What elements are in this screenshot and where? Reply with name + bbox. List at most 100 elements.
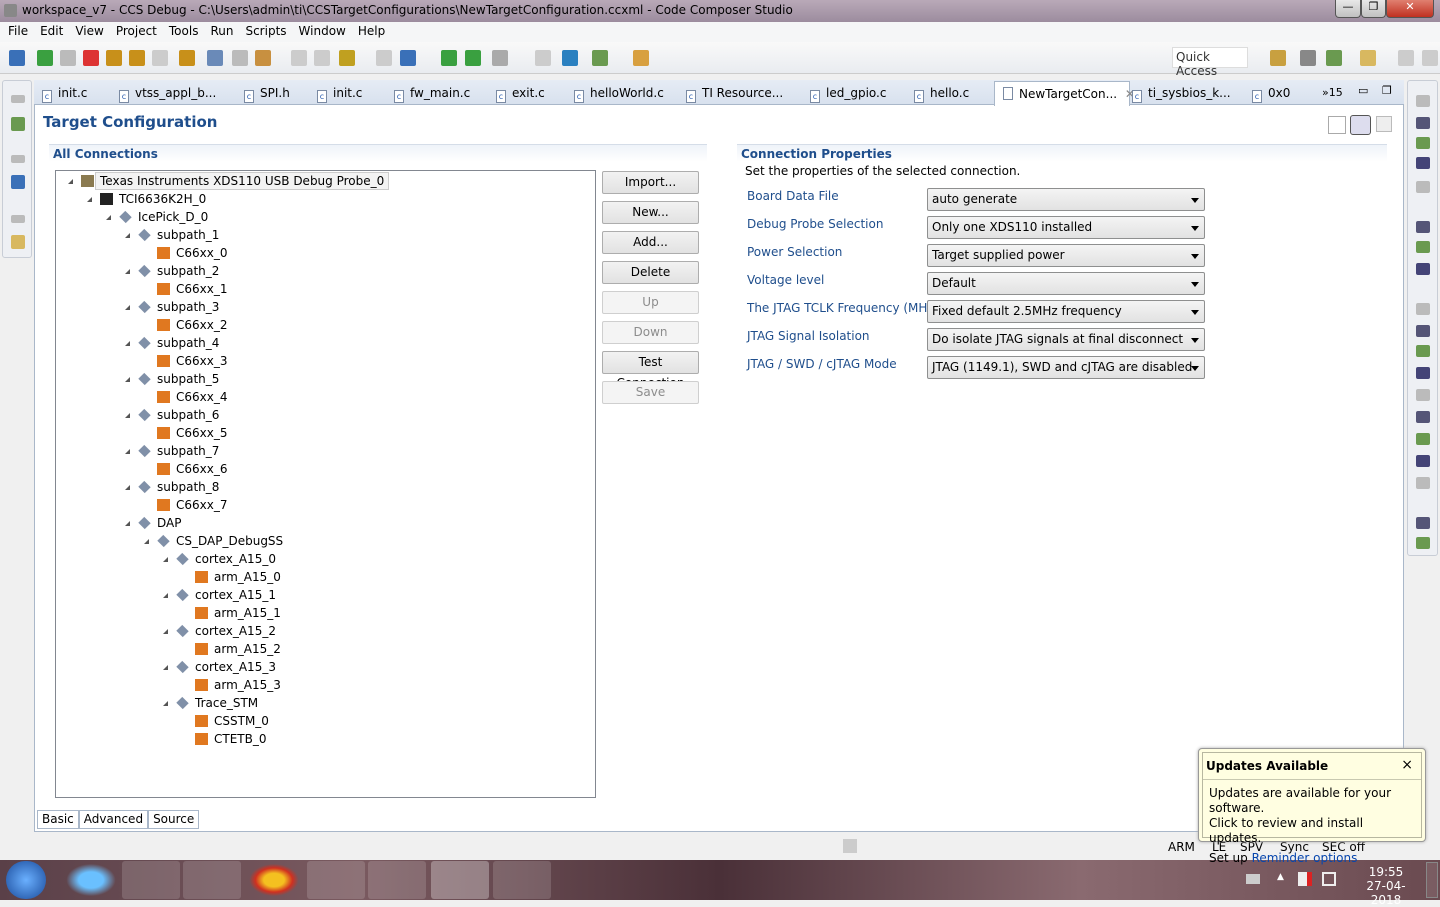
tree-node[interactable]: TCI6636K2H_0	[56, 190, 595, 208]
toolbar-button-icon[interactable]	[152, 50, 168, 66]
menu-scripts[interactable]: Scripts	[239, 22, 292, 42]
view-icon[interactable]	[1416, 221, 1430, 233]
show-desktop-button[interactable]	[1426, 862, 1438, 898]
view-icon[interactable]	[1416, 477, 1430, 489]
connections-tree[interactable]: Texas Instruments XDS110 USB Debug Probe…	[55, 170, 596, 798]
tree-node[interactable]: C66xx_6	[56, 460, 595, 478]
tree-node[interactable]: subpath_5	[56, 370, 595, 388]
tree-node[interactable]: C66xx_1	[56, 280, 595, 298]
toolbar-button-icon[interactable]	[535, 50, 551, 66]
project-explorer-icon[interactable]	[11, 235, 25, 249]
expand-arrow-icon[interactable]	[125, 521, 130, 526]
property-select[interactable]: auto generate	[927, 188, 1205, 211]
expand-arrow-icon[interactable]	[87, 197, 92, 202]
property-select[interactable]: Do isolate JTAG signals at final disconn…	[927, 328, 1205, 351]
toolbar-button-icon[interactable]	[562, 50, 578, 66]
tree-node[interactable]: subpath_7	[56, 442, 595, 460]
up-button[interactable]: Up	[602, 291, 699, 314]
toolbar-button-icon[interactable]	[465, 50, 481, 66]
tree-node[interactable]: Texas Instruments XDS110 USB Debug Probe…	[56, 172, 595, 190]
toolbar-button-icon[interactable]	[314, 50, 330, 66]
updates-notification[interactable]: Updates Available × Updates are availabl…	[1198, 748, 1426, 865]
toolbar-button-icon[interactable]	[60, 50, 76, 66]
expand-arrow-icon[interactable]	[125, 269, 130, 274]
view-icon[interactable]	[1416, 389, 1430, 401]
tree-node[interactable]: CSSTM_0	[56, 712, 595, 730]
expand-arrow-icon[interactable]	[163, 665, 168, 670]
view-icon[interactable]	[1416, 263, 1430, 275]
close-window-button[interactable]: ✕	[1386, 0, 1434, 18]
reminder-options-link[interactable]: Reminder options	[1252, 851, 1358, 865]
editor-tab[interactable]: c init.c	[317, 83, 362, 105]
chrome-icon[interactable]	[245, 861, 303, 899]
tree-node[interactable]: C66xx_7	[56, 496, 595, 514]
layout-vertical-icon[interactable]	[1376, 116, 1392, 132]
maximize-editor-icon[interactable]: ❐	[1382, 84, 1392, 97]
expand-arrow-icon[interactable]	[106, 215, 111, 220]
tree-node[interactable]: CTETB_0	[56, 730, 595, 748]
view-icon[interactable]	[1416, 95, 1430, 107]
tree-node[interactable]: arm_A15_1	[56, 604, 595, 622]
toolbar-button-icon[interactable]	[400, 50, 416, 66]
delete-button[interactable]: Delete	[602, 261, 699, 284]
menu-run[interactable]: Run	[204, 22, 239, 42]
view-icon[interactable]	[1416, 303, 1430, 315]
show-hidden-icons[interactable]: ▲	[1277, 872, 1284, 882]
save-button[interactable]: Save	[602, 381, 699, 404]
tree-node[interactable]: cortex_A15_0	[56, 550, 595, 568]
menu-window[interactable]: Window	[293, 22, 352, 42]
menu-project[interactable]: Project	[110, 22, 163, 42]
property-select[interactable]: JTAG (1149.1), SWD and cJTAG are disable…	[927, 356, 1205, 379]
editor-tab[interactable]: c hello.c	[914, 83, 969, 105]
toolbar-button-icon[interactable]	[179, 50, 195, 66]
expand-arrow-icon[interactable]	[125, 413, 130, 418]
expand-arrow-icon[interactable]	[125, 305, 130, 310]
editor-tab[interactable]: c ti_sysbios_k...	[1132, 83, 1231, 105]
network-icon[interactable]	[1322, 872, 1336, 886]
view-icon[interactable]	[1416, 411, 1430, 423]
editor-tab[interactable]: NewTargetCon... ✕	[994, 81, 1135, 106]
expand-arrow-icon[interactable]	[125, 377, 130, 382]
view-icon[interactable]	[1416, 117, 1430, 129]
editor-tab[interactable]: c TI Resource...	[686, 83, 783, 105]
tab-advanced[interactable]: Advanced	[78, 810, 149, 829]
toolbar-button-icon[interactable]	[592, 50, 608, 66]
minimize-button[interactable]: —	[1335, 0, 1361, 18]
restore-icon[interactable]	[11, 215, 25, 223]
toolbar-button-icon[interactable]	[1398, 50, 1414, 66]
property-select[interactable]: Default	[927, 272, 1205, 295]
debug-icon[interactable]	[11, 117, 25, 131]
view-icon[interactable]	[1416, 433, 1430, 445]
media-player-icon[interactable]	[183, 861, 241, 899]
editor-tab[interactable]: c init.c	[42, 83, 87, 105]
view-icon[interactable]	[1416, 517, 1430, 529]
collapse-icon[interactable]	[1328, 116, 1346, 134]
tree-node[interactable]: subpath_6	[56, 406, 595, 424]
toolbar-button-icon[interactable]	[339, 50, 355, 66]
tree-node[interactable]: arm_A15_0	[56, 568, 595, 586]
expand-arrow-icon[interactable]	[68, 179, 73, 184]
menu-view[interactable]: View	[69, 22, 109, 42]
view-icon[interactable]	[1416, 345, 1430, 357]
editor-tab[interactable]: c SPI.h	[244, 83, 290, 105]
action-center-icon[interactable]	[1298, 872, 1312, 886]
expand-arrow-icon[interactable]	[163, 557, 168, 562]
tree-node[interactable]: C66xx_2	[56, 316, 595, 334]
editor-tab[interactable]: c vtss_appl_b...	[119, 83, 216, 105]
view-icon[interactable]	[1416, 455, 1430, 467]
expand-arrow-icon[interactable]	[163, 593, 168, 598]
view-icon[interactable]	[1416, 241, 1430, 253]
expand-arrow-icon[interactable]	[125, 485, 130, 490]
keyboard-icon[interactable]	[1246, 874, 1260, 884]
notepad-icon[interactable]	[493, 861, 551, 899]
minimize-editor-icon[interactable]: ▭	[1358, 84, 1368, 97]
tabs-overflow[interactable]: »15	[1322, 86, 1343, 99]
toolbar-button-icon[interactable]	[106, 50, 122, 66]
tree-node[interactable]: arm_A15_2	[56, 640, 595, 658]
view-icon[interactable]	[1416, 137, 1430, 149]
property-select[interactable]: Only one XDS110 installed	[927, 216, 1205, 239]
ie-icon[interactable]	[62, 861, 120, 899]
ti-icon[interactable]	[368, 861, 426, 899]
layout-horizontal-icon[interactable]	[1350, 115, 1371, 135]
menu-tools[interactable]: Tools	[163, 22, 205, 42]
